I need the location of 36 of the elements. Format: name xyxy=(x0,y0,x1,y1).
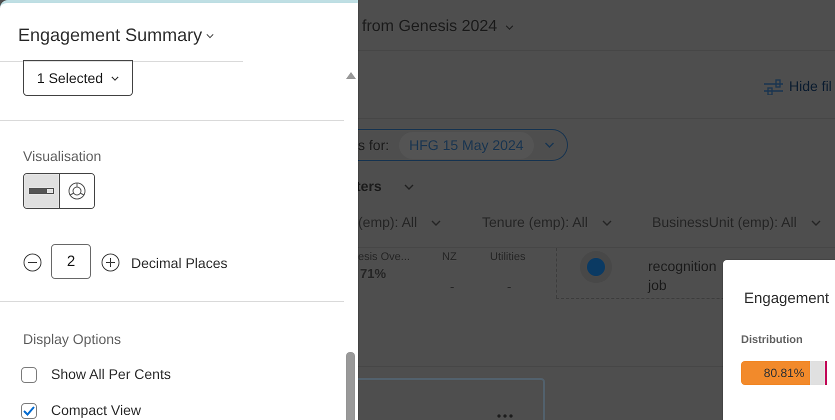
hide-filters-button[interactable]: Hide fil xyxy=(764,76,832,97)
checkbox-option[interactable]: Compact View xyxy=(21,400,142,420)
table-cell-text: - xyxy=(507,278,512,296)
donut-chart-icon xyxy=(68,182,86,200)
section-label: Visualisation xyxy=(23,147,102,166)
filter-sliders-icon xyxy=(764,78,783,94)
chevron-down-icon xyxy=(431,220,442,226)
popup-title: Engagement xyxy=(744,289,830,309)
status-dot-icon xyxy=(580,251,612,283)
bar-marker xyxy=(825,361,827,385)
checkmark-icon xyxy=(23,406,35,416)
table-cell-text: - xyxy=(450,278,454,296)
bar-chart-icon xyxy=(29,188,54,194)
decrease-icon[interactable] xyxy=(23,253,42,272)
checkbox-option[interactable]: Show All Per Cents xyxy=(21,364,171,385)
scroll-up-icon[interactable] xyxy=(346,72,356,79)
increase-icon[interactable] xyxy=(101,253,120,272)
checkbox[interactable] xyxy=(21,402,37,418)
chevron-down-icon xyxy=(602,220,612,226)
bar-fill: 80.81% xyxy=(741,361,810,385)
visualisation-toggle[interactable] xyxy=(24,174,59,208)
checkbox[interactable] xyxy=(21,366,37,382)
selection-dropdown[interactable]: 1 Selected xyxy=(23,60,133,96)
field-label: Decimal Places xyxy=(131,254,228,273)
chevron-down-icon xyxy=(404,184,414,190)
chevron-down-icon xyxy=(810,220,821,226)
chevron-down-icon xyxy=(505,24,514,30)
column-header: Distribution xyxy=(741,333,803,348)
panel-title-dropdown[interactable]: Engagement Summary xyxy=(18,22,214,49)
decimal-places-field[interactable]: 2 xyxy=(51,244,91,279)
chevron-down-icon xyxy=(544,142,555,148)
chevron-down-icon xyxy=(111,76,120,80)
section-label: Display Options xyxy=(23,330,122,349)
scrollbar-thumb[interactable] xyxy=(346,352,355,420)
visualisation-toggle[interactable] xyxy=(59,174,94,208)
chevron-down-icon xyxy=(206,32,214,38)
